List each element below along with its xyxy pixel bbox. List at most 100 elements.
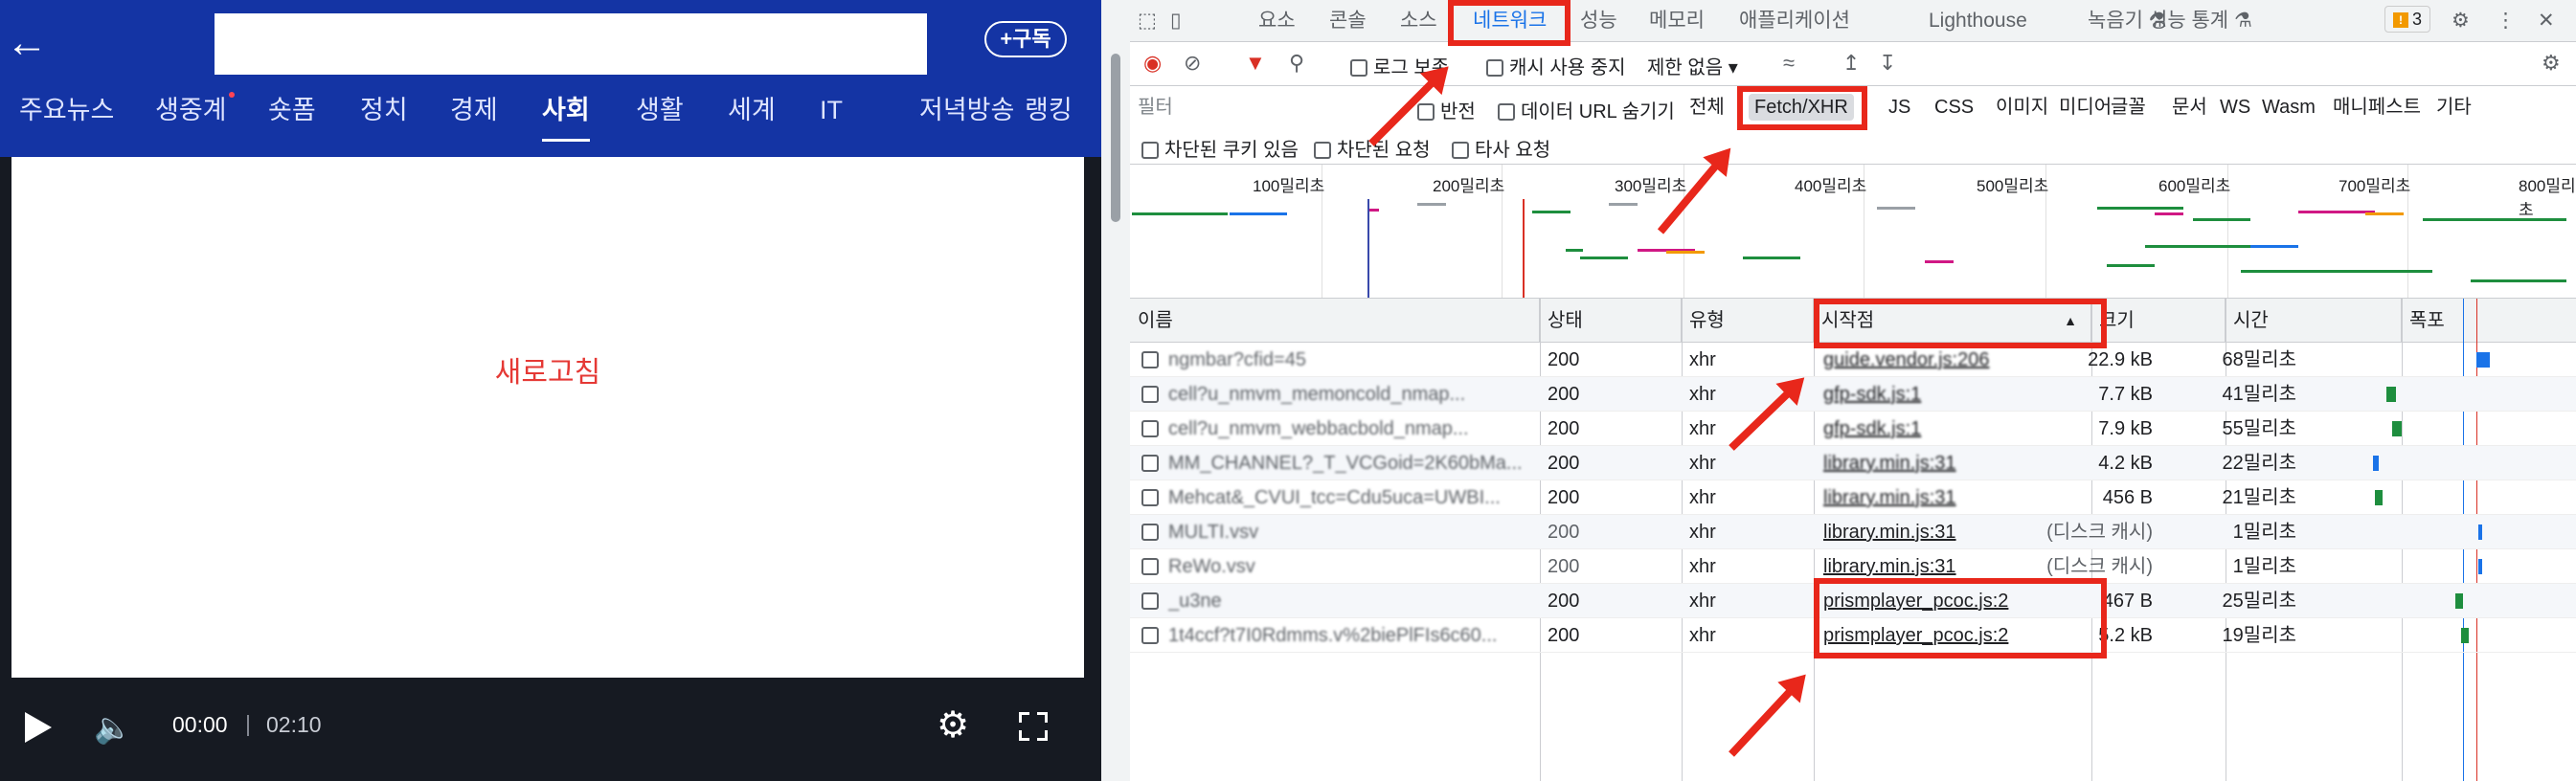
tab-application[interactable]: 애플리케이션 [1739, 4, 1850, 38]
request-name[interactable]: 1t4ccf?t7I0Rdmms.v%2biePlFIs6c60... [1168, 618, 1528, 653]
issues-badge[interactable]: ! 3 [2384, 6, 2430, 33]
timeline-overview[interactable]: 100밀리초 200밀리초 300밀리초 400밀리초 500밀리초 600밀리초 700밀… [1130, 165, 2576, 299]
tab-performance-insights[interactable]: 성능 통계 ⚗ [2149, 4, 2252, 38]
device-toolbar-icon[interactable]: ▯ [1170, 4, 1182, 38]
tab-elements[interactable]: 요소 [1258, 4, 1296, 38]
nav-item[interactable]: 사회 [542, 88, 590, 145]
filter-type-button[interactable]: 미디어 [2059, 94, 2112, 121]
throttle-select[interactable]: 제한 없음 ▾ [1647, 52, 1738, 79]
filter-type-button[interactable]: CSS [1934, 94, 1974, 121]
nav-item[interactable]: 경제 [450, 88, 498, 145]
request-size: 456 B [2102, 487, 2153, 508]
row-checkbox[interactable] [1141, 489, 1159, 506]
play-icon[interactable] [25, 712, 52, 743]
network-conditions-icon[interactable]: ≈ [1783, 50, 1795, 77]
filter-type-button[interactable]: 기타 [2436, 94, 2472, 121]
col-size[interactable]: 크기 [2091, 299, 2226, 343]
record-stop-icon[interactable]: ◉ [1143, 50, 1162, 77]
table-row[interactable]: Mehcat&_CVUI_tcc=Cdu5uca=UWBI... 200 xhr li… [1130, 480, 2576, 515]
disable-cache-checkbox[interactable]: 캐시 사용 중지 [1486, 52, 1626, 79]
request-name[interactable]: _u3ne [1168, 584, 1528, 618]
request-type: xhr [1689, 522, 1716, 543]
header-search-box[interactable] [215, 13, 927, 75]
row-checkbox[interactable] [1141, 351, 1159, 368]
col-type[interactable]: 유형 [1682, 299, 1814, 343]
row-checkbox[interactable] [1141, 420, 1159, 437]
filter-type-button[interactable]: 이미지 [1996, 94, 2048, 121]
more-menu-icon[interactable]: ⋮ [2496, 4, 2516, 38]
refresh-text[interactable]: 새로고침 [11, 348, 1084, 390]
col-status[interactable]: 상태 [1540, 299, 1682, 343]
request-name[interactable]: cell?u_nmvm_memoncold_nmap... [1168, 377, 1528, 412]
nav-item[interactable]: 정치 [360, 88, 408, 145]
row-checkbox[interactable] [1141, 592, 1159, 610]
row-checkbox[interactable] [1141, 455, 1159, 472]
nav-item[interactable]: 생활 [636, 88, 684, 145]
row-checkbox[interactable] [1141, 627, 1159, 644]
volume-icon[interactable]: 🔈 [94, 710, 136, 745]
filter-input[interactable]: 필터 [1138, 94, 1412, 121]
row-checkbox[interactable] [1141, 558, 1159, 575]
clear-icon[interactable]: ⊘ [1184, 50, 1201, 77]
search-icon[interactable]: ⚲ [1289, 50, 1304, 77]
nav-item[interactable]: 숏폼 [268, 88, 316, 145]
request-name[interactable]: cell?u_nmvm_webbacbold_nmap... [1168, 412, 1528, 446]
col-name[interactable]: 이름 [1130, 299, 1540, 343]
invert-checkbox[interactable]: 반전 [1417, 96, 1476, 123]
filter-type-button[interactable]: 전체 [1689, 94, 1725, 121]
table-row[interactable]: MM_CHANNEL?_T_VCGoid=2K60bMa... 200 xhr lib… [1130, 446, 2576, 480]
tab-lighthouse[interactable]: Lighthouse [1929, 4, 2027, 38]
tab-performance[interactable]: 성능 [1580, 4, 1617, 38]
nav-item[interactable]: 주요뉴스 [19, 88, 114, 145]
arrow-left-icon[interactable]: ← [6, 19, 54, 67]
close-devtools-icon[interactable]: ✕ [2538, 4, 2555, 38]
filter-type-button[interactable]: Wasm [2262, 94, 2316, 121]
nav-item[interactable]: 저녁방송 [919, 88, 1014, 145]
table-row[interactable]: cell?u_nmvm_memoncold_nmap... 200 xhr gfp-s… [1130, 377, 2576, 412]
waterfall-bar [2386, 387, 2396, 402]
video-area[interactable]: 새로고침 [11, 157, 1084, 678]
filter-icon[interactable]: ▼ [1245, 50, 1266, 77]
row-checkbox[interactable] [1141, 386, 1159, 403]
waterfall-cell [2365, 377, 2566, 412]
nav-item[interactable]: 세계 [728, 88, 776, 145]
row-checkbox[interactable] [1141, 524, 1159, 541]
timeline-activity-bar [1580, 257, 1628, 259]
request-type: xhr [1689, 487, 1716, 508]
request-time: 25밀리초 [2222, 591, 2296, 612]
table-row[interactable]: cell?u_nmvm_webbacbold_nmap... 200 xhr gfp-… [1130, 412, 2576, 446]
settings-gear-icon[interactable]: ⚙ [2452, 4, 2470, 38]
filter-type-button[interactable]: 매니페스트 [2333, 94, 2421, 121]
blocked-cookies-checkbox[interactable]: 차단된 쿠키 있음 [1141, 134, 1299, 162]
request-name[interactable]: Mehcat&_CVUI_tcc=Cdu5uca=UWBI... [1168, 480, 1528, 515]
tab-console[interactable]: 콘솔 [1329, 4, 1367, 38]
table-row[interactable]: MULTI.vsv 200 xhr library.min.js:31 (디스크 캐시)… [1130, 515, 2576, 549]
request-name[interactable]: ngmbar?cfid=45 [1168, 343, 1528, 377]
download-icon[interactable]: ↧ [1879, 50, 1896, 77]
request-name[interactable]: MULTI.vsv [1168, 515, 1528, 549]
nav-item[interactable]: 생중계 [155, 88, 235, 145]
filter-type-button[interactable]: 글꼴 [2111, 94, 2146, 121]
nav-item[interactable]: 랭킹 [1025, 88, 1073, 145]
inspect-icon[interactable]: ⬚ [1138, 4, 1157, 38]
fullscreen-icon[interactable] [1019, 712, 1048, 741]
subscribe-button[interactable]: +구독 [984, 21, 1067, 57]
timeline-activity-bar [2241, 270, 2432, 273]
filter-type-button[interactable]: WS [2220, 94, 2250, 121]
third-party-checkbox[interactable]: 타사 요청 [1452, 134, 1550, 162]
col-waterfall[interactable]: 폭포 [2402, 299, 2576, 343]
upload-icon[interactable]: ↥ [1842, 50, 1860, 77]
nav-item[interactable]: IT [820, 88, 843, 145]
network-settings-gear-icon[interactable]: ⚙ [2542, 50, 2561, 77]
tab-sources[interactable]: 소스 [1400, 4, 1437, 38]
scrollbar-thumb[interactable] [1111, 54, 1120, 222]
filter-type-button[interactable]: 문서 [2172, 94, 2207, 121]
tab-memory[interactable]: 메모리 [1649, 4, 1705, 38]
time-separator: | [245, 711, 251, 736]
filter-type-button[interactable]: JS [1888, 94, 1910, 121]
settings-gear-icon[interactable]: ⚙ [937, 704, 969, 747]
col-time[interactable]: 시간 [2226, 299, 2402, 343]
request-name[interactable]: MM_CHANNEL?_T_VCGoid=2K60bMa... [1168, 446, 1528, 480]
hide-data-urls-checkbox[interactable]: 데이터 URL 숨기기 [1498, 96, 1675, 123]
request-name[interactable]: ReWo.vsv [1168, 549, 1528, 584]
